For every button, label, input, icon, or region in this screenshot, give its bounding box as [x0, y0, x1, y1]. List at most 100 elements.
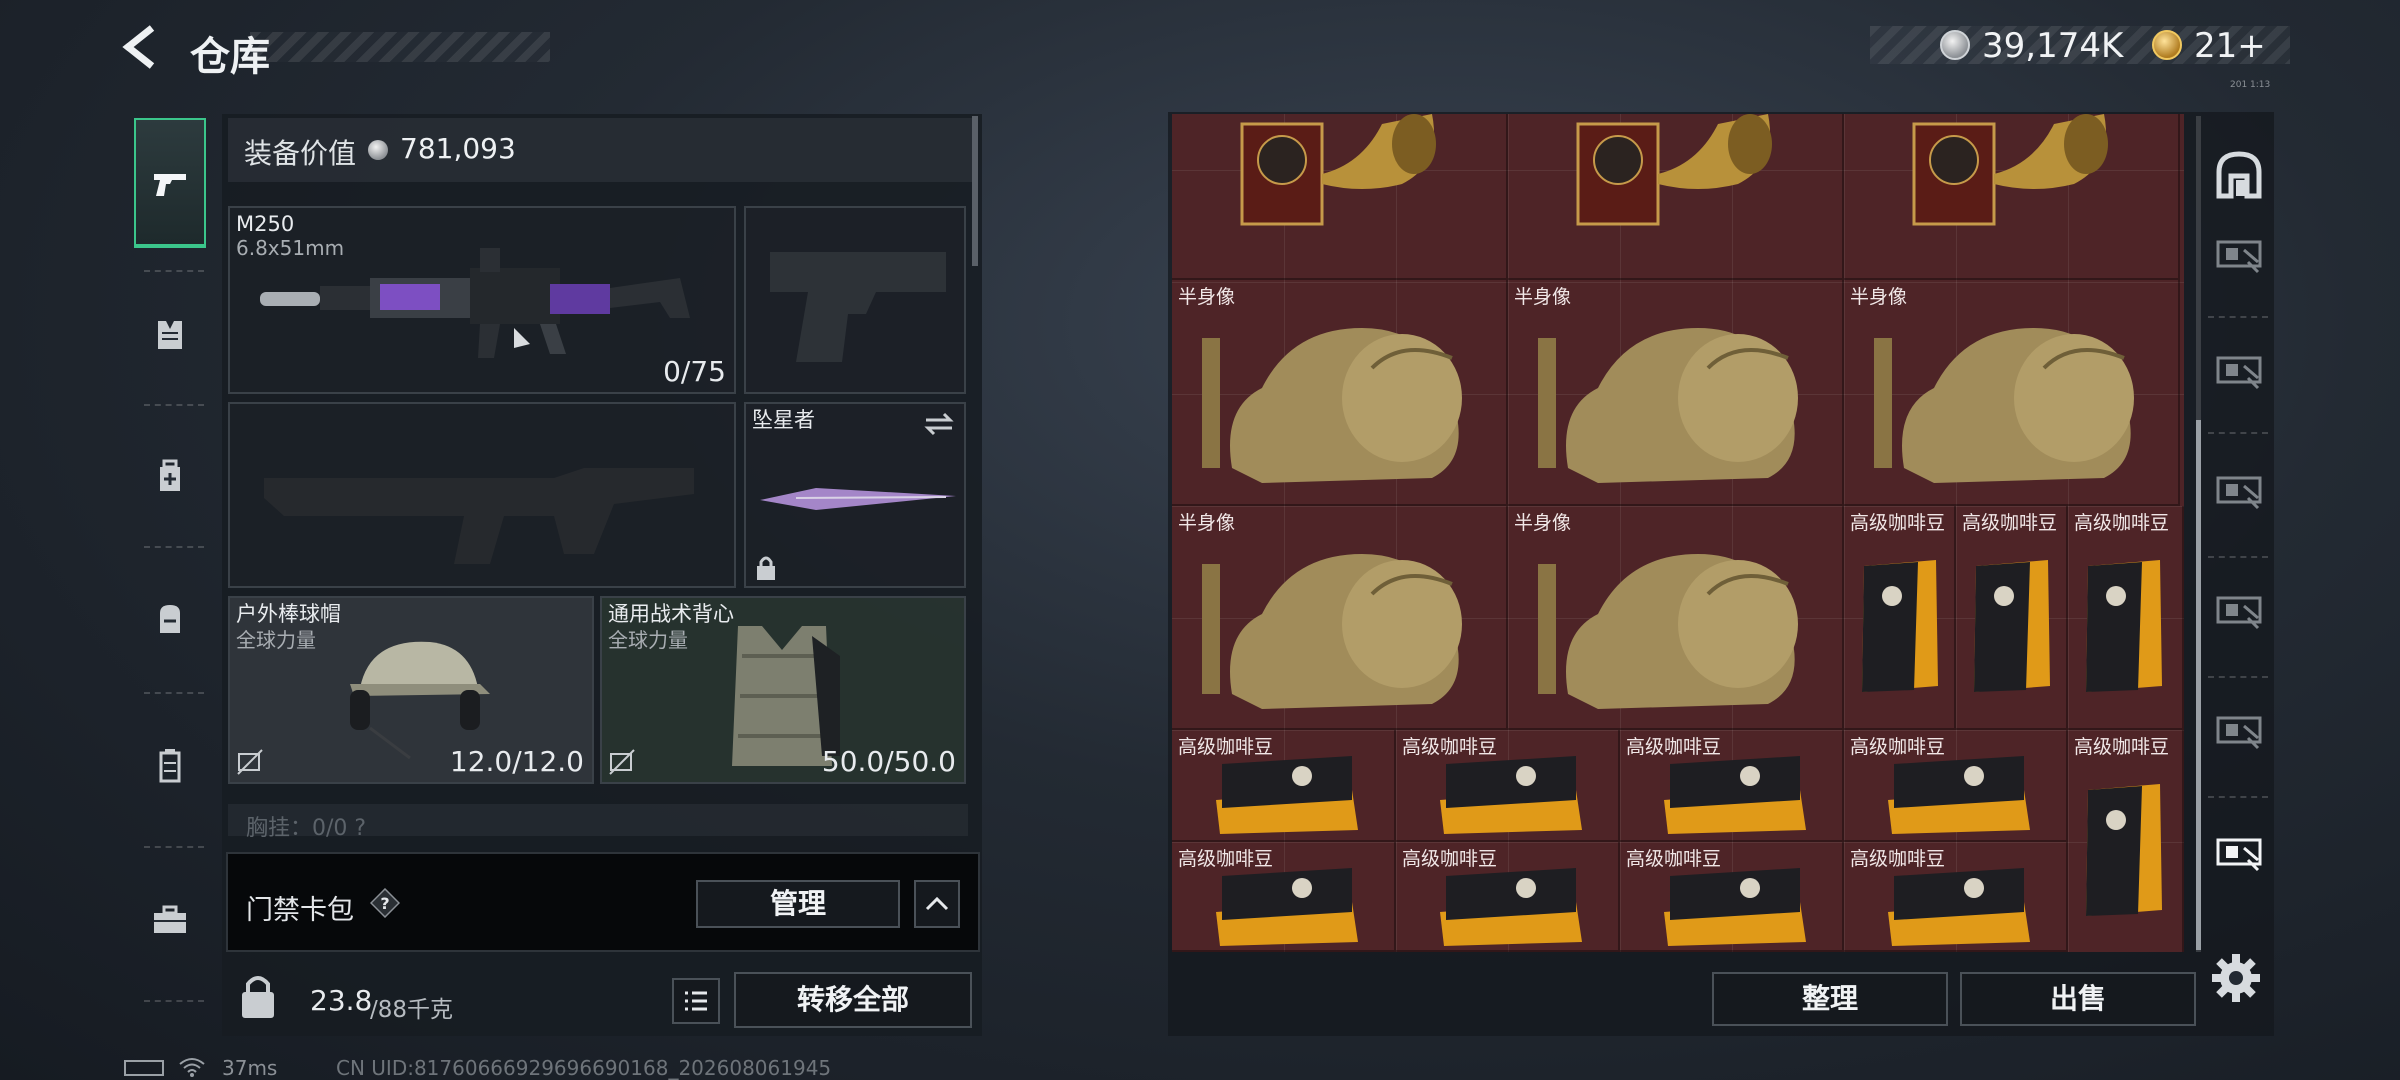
- coffee-bag-icon: [1862, 560, 1938, 692]
- coffee-bag-icon: [1974, 560, 2050, 692]
- melee-slot[interactable]: 坠星者: [744, 402, 966, 588]
- armor-faction: 全球力量: [608, 628, 688, 652]
- storage-tab-icon: [2216, 838, 2262, 872]
- storage-tab-icon: [2216, 356, 2262, 390]
- rail-divider: [2208, 556, 2268, 558]
- wifi-icon: [179, 1058, 205, 1077]
- storage-item-gramophone[interactable]: [1844, 114, 2180, 280]
- silver-coin-icon: [1940, 30, 1970, 60]
- storage-item-coffee[interactable]: 高级咖啡豆: [1844, 730, 2068, 842]
- gear-icon[interactable]: [2210, 952, 2262, 1004]
- no-insure-icon: [237, 749, 263, 775]
- canister-icon: [159, 749, 181, 783]
- rail-divider: [144, 546, 204, 548]
- storage-item-bust[interactable]: 半身像: [1508, 280, 1844, 506]
- storage-item-coffee[interactable]: 高级咖啡豆: [2068, 506, 2184, 730]
- tab-medical[interactable]: [134, 412, 206, 542]
- gramophone-icon: [1912, 114, 2108, 226]
- storage-tab-6-active[interactable]: [2200, 812, 2276, 922]
- rail-divider: [2208, 676, 2268, 678]
- storage-item-bust[interactable]: 半身像: [1172, 506, 1508, 730]
- chest-rig-label: 胸挂：0/0 ?: [246, 816, 367, 841]
- tab-container[interactable]: [134, 700, 206, 830]
- storage-tab-icon: [2216, 716, 2262, 750]
- helmet-name: 户外棒球帽: [236, 602, 341, 626]
- rail-divider: [2208, 316, 2268, 318]
- storage-tab-3[interactable]: [2200, 450, 2276, 560]
- backpack-icon: [160, 605, 180, 633]
- storage-tab-5[interactable]: [2200, 690, 2276, 800]
- storage-item-bust[interactable]: 半身像: [1844, 280, 2180, 506]
- armor-durability: 50.0/50.0: [821, 745, 956, 778]
- gold-currency-value[interactable]: 21+: [2194, 26, 2266, 66]
- storage-item-coffee[interactable]: 高级咖啡豆: [1172, 730, 1396, 842]
- storage-item-gramophone[interactable]: [1508, 114, 1844, 280]
- armor-slot[interactable]: 通用战术背心 全球力量 50.0/50.0: [600, 596, 966, 784]
- storage-item-coffee[interactable]: 高级咖啡豆: [2068, 730, 2184, 952]
- storage-item-coffee[interactable]: 高级咖啡豆: [1956, 506, 2068, 730]
- collapse-button[interactable]: [914, 880, 960, 928]
- storage-item-coffee[interactable]: 高级咖啡豆: [1844, 506, 1956, 730]
- ping-text: 37ms: [222, 1056, 278, 1080]
- knife-icon: [760, 488, 956, 510]
- gold-coin-icon: [2152, 30, 2182, 60]
- tab-case[interactable]: [134, 854, 206, 984]
- weight-lock-icon: [242, 976, 274, 1018]
- storage-item-coffee[interactable]: 高级咖啡豆: [1620, 730, 1844, 842]
- list-view-button[interactable]: [672, 978, 720, 1024]
- item-label: 半身像: [1514, 512, 1572, 534]
- coffee-bag-icon: [1664, 756, 1806, 834]
- storage-item-coffee[interactable]: 高级咖啡豆: [1844, 842, 2068, 952]
- armor-name: 通用战术背心: [608, 602, 734, 626]
- rail-divider: [144, 404, 204, 406]
- storage-item-coffee[interactable]: 高级咖啡豆: [1620, 842, 1844, 952]
- tab-armor[interactable]: [134, 270, 206, 400]
- helmet-faction: 全球力量: [236, 628, 316, 652]
- primary-weapon-slot[interactable]: M250 6.8x51mm 0/75: [228, 206, 736, 394]
- helmet-slot[interactable]: 户外棒球帽 全球力量 12.0/12.0: [228, 596, 594, 784]
- coffee-bag-icon: [1664, 868, 1806, 946]
- storage-tab-4[interactable]: [2200, 570, 2276, 680]
- storage-item-coffee[interactable]: 高级咖啡豆: [1396, 842, 1620, 952]
- secondary-weapon-slot[interactable]: [228, 402, 736, 588]
- item-label: 半身像: [1850, 286, 1908, 308]
- safehouse-icon: [2216, 151, 2262, 199]
- bust-statue-icon: [1874, 328, 2134, 483]
- gramophone-icon: [1576, 114, 1772, 226]
- battery-icon: [124, 1060, 164, 1076]
- manage-button[interactable]: 管理: [696, 880, 900, 928]
- storage-grid: 半身像 半身像 半身像 半身像 半身像 高级咖啡豆 高级咖啡豆 高级咖啡豆 高级…: [1172, 114, 2184, 952]
- storage-tab-icon: [2216, 596, 2262, 630]
- coffee-bag-icon: [1440, 868, 1582, 946]
- storage-item-gramophone[interactable]: [1172, 114, 1508, 280]
- sidearm-slot[interactable]: [744, 206, 966, 394]
- storage-item-bust[interactable]: 半身像: [1172, 280, 1508, 506]
- tab-weapons[interactable]: [134, 118, 206, 248]
- rifle-silhouette-icon: [264, 468, 694, 564]
- transfer-all-button[interactable]: 转移全部: [734, 972, 972, 1028]
- list-icon: [685, 991, 707, 1011]
- back-icon[interactable]: [118, 22, 168, 72]
- storage-tab-1[interactable]: [2200, 214, 2276, 324]
- bust-statue-icon: [1202, 328, 1462, 483]
- page-title: 仓库: [190, 34, 270, 80]
- swap-icon[interactable]: [922, 410, 956, 438]
- coffee-bag-icon: [1888, 868, 2030, 946]
- storage-tab-2[interactable]: [2200, 330, 2276, 440]
- no-insure-icon: [609, 749, 635, 775]
- svg-text:?: ?: [380, 894, 389, 913]
- bust-statue-icon: [1538, 328, 1798, 483]
- storage-item-coffee[interactable]: 高级咖啡豆: [1396, 730, 1620, 842]
- bust-statue-icon: [1202, 554, 1462, 709]
- sell-button[interactable]: 出售: [1960, 972, 2196, 1026]
- tab-backpack[interactable]: [134, 554, 206, 684]
- melee-name: 坠星者: [752, 408, 815, 432]
- pistol-silhouette-icon: [770, 252, 946, 362]
- arrange-button[interactable]: 整理: [1712, 972, 1948, 1026]
- version-text: 201 1:13: [2230, 80, 2271, 90]
- help-icon[interactable]: ?: [370, 888, 400, 918]
- storage-item-bust[interactable]: 半身像: [1508, 506, 1844, 730]
- weight-max: /88千克: [370, 997, 454, 1023]
- loadout-scrollbar[interactable]: [972, 116, 978, 266]
- storage-item-coffee[interactable]: 高级咖啡豆: [1172, 842, 1396, 952]
